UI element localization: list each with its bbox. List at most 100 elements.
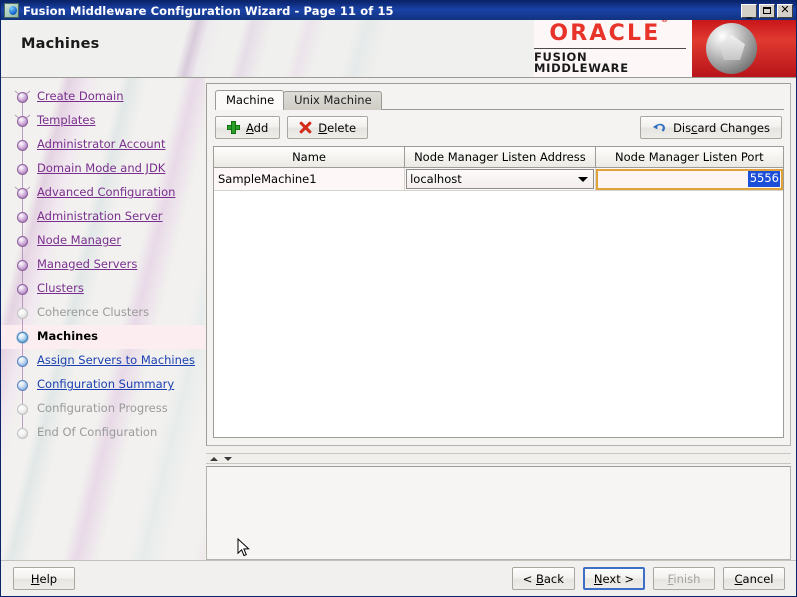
window-title: Fusion Middleware Configuration Wizard -… — [23, 3, 394, 18]
listen-address-value: localhost — [410, 172, 462, 186]
listen-port-value: 5556 — [747, 171, 780, 187]
minimize-icon: _ — [746, 6, 752, 19]
sidebar-item-configuration-summary[interactable]: Configuration Summary — [1, 373, 205, 397]
discard-changes-label: Discard Changes — [673, 120, 770, 135]
step-bullet-icon — [15, 283, 30, 295]
sidebar-item-label: Domain Mode and JDK — [37, 161, 166, 176]
sidebar-item-label: Advanced Configuration — [37, 185, 176, 200]
column-header-name[interactable]: Name — [214, 147, 406, 168]
tab-unix-machine-label: Unix Machine — [294, 93, 372, 108]
cancel-button[interactable]: Cancel — [723, 567, 785, 590]
sidebar-item-assign-servers-to-machines[interactable]: Assign Servers to Machines — [1, 349, 205, 373]
collapse-down-icon[interactable] — [224, 456, 232, 461]
column-header-listen-port[interactable]: Node Manager Listen Port — [595, 147, 783, 168]
step-bullet-icon — [15, 331, 30, 343]
finish-button-label: Finish — [667, 571, 701, 586]
brand-divider — [534, 47, 686, 49]
next-button[interactable]: Next > — [582, 567, 645, 590]
sidebar-item-label: Assign Servers to Machines — [37, 353, 195, 368]
step-bullet-icon — [15, 307, 30, 319]
sidebar-item-label: Administrator Account — [37, 137, 166, 152]
close-icon: ✕ — [780, 3, 790, 16]
sidebar-item-templates[interactable]: Templates — [1, 109, 205, 133]
sidebar-item-node-manager[interactable]: Node Manager — [1, 229, 205, 253]
sidebar-item-label: Templates — [37, 113, 96, 128]
next-button-label: Next > — [593, 571, 634, 586]
back-button-label: < Back — [522, 571, 564, 586]
step-bullet-icon — [15, 259, 30, 271]
step-bullet-icon — [15, 139, 30, 151]
wizard-sidebar: Create Domain Templates Administrator Acco… — [1, 78, 205, 560]
sidebar-item-label: Configuration Progress — [37, 401, 168, 416]
sidebar-item-administrator-account[interactable]: Administrator Account — [1, 133, 205, 157]
cell-listen-port[interactable]: 5556 — [595, 167, 783, 191]
page-title: Machines — [21, 36, 100, 52]
content-area: Machine Unix Machine Add Delete Discard … — [205, 78, 796, 560]
details-panel — [206, 466, 791, 560]
cross-icon — [299, 121, 312, 134]
sidebar-item-label: End Of Configuration — [37, 425, 158, 440]
window-controls: _ ✕ — [741, 3, 794, 19]
add-button[interactable]: Add — [215, 116, 281, 139]
table-row[interactable]: SampleMachine1 localhost 5556 — [214, 167, 783, 191]
sidebar-item-label: Clusters — [37, 281, 84, 296]
discard-changes-button[interactable]: Discard Changes — [640, 116, 782, 139]
table-header-row: Name Node Manager Listen Address Node Ma… — [214, 147, 783, 168]
tab-machine[interactable]: Machine — [215, 90, 285, 110]
add-button-label: Add — [246, 120, 269, 135]
sidebar-item-create-domain[interactable]: Create Domain — [1, 85, 205, 109]
back-button[interactable]: < Back — [511, 567, 575, 590]
sidebar-item-label: Configuration Summary — [37, 377, 175, 392]
product-name: FUSION MIDDLEWARE — [534, 49, 629, 75]
tab-unix-machine[interactable]: Unix Machine — [283, 91, 382, 110]
column-header-listen-address[interactable]: Node Manager Listen Address — [404, 147, 596, 168]
delete-button[interactable]: Delete — [287, 116, 369, 139]
close-button[interactable]: ✕ — [777, 3, 793, 18]
header-band: Machines ORACLE® FUSION MIDDLEWARE — [1, 20, 796, 78]
split-pane-divider[interactable] — [206, 453, 791, 464]
sidebar-item-configuration-progress: Configuration Progress — [1, 397, 205, 421]
table-empty-space — [214, 191, 783, 437]
sidebar-item-managed-servers[interactable]: Managed Servers — [1, 253, 205, 277]
tab-machine-label: Machine — [226, 92, 275, 107]
machine-tabs: Machine Unix Machine — [215, 90, 784, 110]
sidebar-item-administration-server[interactable]: Administration Server — [1, 205, 205, 229]
step-bullet-icon — [15, 91, 30, 103]
cell-machine-name[interactable]: SampleMachine1 — [214, 167, 406, 191]
listen-address-combobox[interactable]: localhost — [406, 169, 594, 189]
oracle-branding: ORACLE® FUSION MIDDLEWARE — [534, 20, 796, 77]
body-area: Create Domain Templates Administrator Acco… — [1, 78, 796, 560]
finish-button: Finish — [653, 567, 715, 590]
maximize-icon — [763, 7, 771, 14]
machines-grid: Name Node Manager Listen Address Node Ma… — [214, 147, 783, 191]
cancel-button-label: Cancel — [734, 571, 774, 586]
minimize-button[interactable]: _ — [741, 3, 757, 19]
step-bullet-icon — [15, 163, 30, 175]
help-button[interactable]: Help — [13, 567, 75, 590]
sidebar-item-label: Node Manager — [37, 233, 122, 248]
trademark-icon: ® — [660, 20, 670, 24]
sidebar-item-advanced-configuration[interactable]: Advanced Configuration — [1, 181, 205, 205]
title-bar: Fusion Middleware Configuration Wizard -… — [1, 1, 796, 20]
step-bullet-icon — [15, 427, 30, 439]
sidebar-item-label: Administration Server — [37, 209, 163, 224]
sidebar-item-clusters[interactable]: Clusters — [1, 277, 205, 301]
sidebar-item-end-of-configuration: End Of Configuration — [1, 421, 205, 445]
oracle-sphere-logo-icon — [692, 20, 796, 77]
wizard-footer: Help < Back Next > Finish Cancel — [1, 560, 796, 596]
brand-text: ORACLE® FUSION MIDDLEWARE — [534, 20, 692, 77]
machines-toolbar: Add Delete Discard Changes — [213, 110, 784, 146]
sidebar-item-label: Machines — [37, 329, 98, 344]
cell-listen-address[interactable]: localhost — [404, 167, 596, 191]
maximize-button[interactable] — [759, 3, 775, 18]
listen-port-input[interactable]: 5556 — [595, 168, 783, 190]
step-bullet-icon — [15, 235, 30, 247]
chevron-down-icon[interactable] — [577, 177, 588, 182]
step-bullet-icon — [15, 379, 30, 391]
delete-button-label: Delete — [318, 120, 357, 135]
sidebar-item-label: Managed Servers — [37, 257, 138, 272]
machines-panel: Machine Unix Machine Add Delete Discard … — [206, 83, 791, 446]
sidebar-item-coherence-clusters: Coherence Clusters — [1, 301, 205, 325]
sidebar-item-domain-mode-and-jdk[interactable]: Domain Mode and JDK — [1, 157, 205, 181]
collapse-up-icon[interactable] — [210, 456, 218, 461]
